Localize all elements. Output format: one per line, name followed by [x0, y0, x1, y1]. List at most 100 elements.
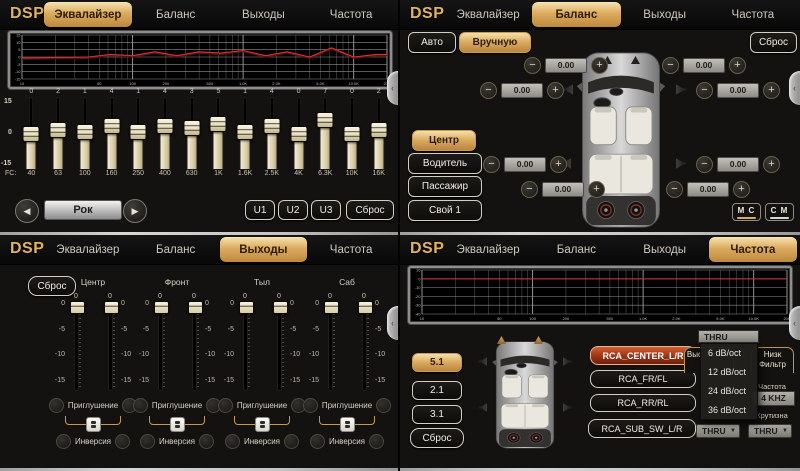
slope-dropdown-selected[interactable]: THRU: [698, 330, 759, 343]
fader-handle[interactable]: [23, 126, 40, 142]
plus-button[interactable]: [588, 181, 605, 198]
minus-button[interactable]: [524, 57, 541, 74]
slider-handle[interactable]: [239, 301, 254, 314]
fader-handle[interactable]: [263, 118, 280, 134]
mute-checkbox[interactable]: [303, 398, 318, 413]
edge-pull-handle[interactable]: [789, 71, 800, 105]
slider-handle[interactable]: [104, 301, 119, 314]
edge-pull-handle[interactable]: [387, 306, 398, 340]
mute-checkbox[interactable]: [218, 398, 233, 413]
tab-balance[interactable]: Баланс: [532, 2, 620, 27]
memory-u3-button[interactable]: U3: [311, 200, 341, 220]
fader-handle[interactable]: [76, 124, 93, 140]
cm-mode-button[interactable]: C M: [765, 203, 794, 221]
plus-button[interactable]: [763, 82, 780, 99]
tab-frequency[interactable]: Частота: [709, 237, 797, 262]
invert-checkbox[interactable]: [140, 434, 155, 449]
mute-checkbox[interactable]: [376, 398, 391, 413]
tab-balance[interactable]: Баланс: [532, 237, 620, 262]
dropdown-option-24db[interactable]: 24 dB/oct: [708, 386, 757, 396]
fader-handle[interactable]: [130, 124, 147, 140]
preset-passenger-button[interactable]: Пассажир: [408, 176, 482, 197]
slider-handle[interactable]: [154, 301, 169, 314]
mc-mode-button[interactable]: M C: [732, 203, 761, 221]
reset-button[interactable]: Сброс: [750, 32, 797, 53]
tab-outputs[interactable]: Выходы: [621, 237, 709, 262]
plus-button[interactable]: [547, 82, 564, 99]
preset-next-button[interactable]: [123, 199, 147, 223]
memory-u1-button[interactable]: U1: [245, 200, 275, 220]
invert-checkbox[interactable]: [56, 434, 71, 449]
fader-handle[interactable]: [50, 122, 67, 138]
plus-button[interactable]: [763, 156, 780, 173]
reset-button[interactable]: Сброс: [410, 428, 464, 448]
slope-select-low[interactable]: THRU: [748, 424, 792, 438]
dropdown-option-36db[interactable]: 36 dB/oct: [708, 405, 757, 415]
fader-handle[interactable]: [343, 126, 360, 142]
plus-button[interactable]: [733, 181, 750, 198]
tab-frequency[interactable]: Частота: [307, 2, 395, 27]
reset-button[interactable]: Сброс: [346, 200, 394, 220]
minus-button[interactable]: [666, 181, 683, 198]
tab-balance[interactable]: Баланс: [132, 2, 220, 27]
auto-button[interactable]: Авто: [408, 32, 456, 53]
link-channels-icon[interactable]: [255, 417, 270, 432]
mode-5.1-button[interactable]: 5.1: [412, 353, 462, 372]
minus-button[interactable]: [480, 82, 497, 99]
tab-equalizer[interactable]: Эквалайзер: [444, 2, 532, 27]
link-channels-icon[interactable]: [86, 417, 101, 432]
fader-handle[interactable]: [156, 118, 173, 134]
minus-button[interactable]: [483, 156, 500, 173]
slider-handle[interactable]: [188, 301, 203, 314]
channel-rca-center-button[interactable]: RCA_CENTER_L/R: [590, 346, 696, 365]
fader-handle[interactable]: [290, 126, 307, 142]
minus-button[interactable]: [696, 82, 713, 99]
invert-checkbox[interactable]: [225, 434, 240, 449]
edge-pull-handle[interactable]: [387, 71, 398, 105]
slider-handle[interactable]: [324, 301, 339, 314]
fader-handle[interactable]: [370, 122, 387, 138]
dropdown-option-6db[interactable]: 6 dB/oct: [708, 348, 757, 358]
tab-balance[interactable]: Баланс: [132, 237, 220, 262]
minus-button[interactable]: [696, 156, 713, 173]
slider-handle[interactable]: [273, 301, 288, 314]
minus-button[interactable]: [662, 57, 679, 74]
channel-rca-sub-button[interactable]: RCA_SUB_SW_L/R: [588, 419, 696, 438]
tab-equalizer[interactable]: Эквалайзер: [44, 237, 132, 262]
channel-rca-rear-button[interactable]: RCA_RR/RL: [590, 394, 696, 412]
fader-handle[interactable]: [183, 120, 200, 136]
edge-pull-handle[interactable]: [789, 306, 800, 340]
slider-handle[interactable]: [70, 301, 85, 314]
slope-select-high[interactable]: THRU: [696, 424, 740, 438]
tab-frequency[interactable]: Частота: [307, 237, 395, 262]
tab-equalizer[interactable]: Эквалайзер: [44, 2, 132, 27]
channel-rca-front-button[interactable]: RCA_FR/FL: [590, 370, 696, 388]
mute-checkbox[interactable]: [49, 398, 64, 413]
preset-driver-button[interactable]: Водитель: [408, 153, 482, 174]
tab-equalizer[interactable]: Эквалайзер: [444, 237, 532, 262]
manual-button[interactable]: Вручную: [459, 32, 531, 53]
fader-handle[interactable]: [210, 116, 227, 132]
preset-custom-button[interactable]: Свой 1: [408, 200, 482, 221]
mode-3.1-button[interactable]: 3.1: [412, 405, 462, 424]
fader-handle[interactable]: [237, 124, 254, 140]
tab-frequency[interactable]: Частота: [709, 2, 797, 27]
memory-u2-button[interactable]: U2: [278, 200, 308, 220]
plus-button[interactable]: [729, 57, 746, 74]
fader-handle[interactable]: [103, 118, 120, 134]
invert-checkbox[interactable]: [310, 434, 325, 449]
plus-button[interactable]: [550, 156, 567, 173]
preset-center-button[interactable]: Центр: [412, 130, 476, 151]
preset-prev-button[interactable]: [15, 199, 39, 223]
tab-outputs[interactable]: Выходы: [220, 237, 308, 262]
link-channels-icon[interactable]: [340, 417, 355, 432]
mute-checkbox[interactable]: [133, 398, 148, 413]
link-channels-icon[interactable]: [170, 417, 185, 432]
tab-outputs[interactable]: Выходы: [220, 2, 308, 27]
invert-checkbox[interactable]: [369, 434, 384, 449]
slider-handle[interactable]: [358, 301, 373, 314]
tab-outputs[interactable]: Выходы: [621, 2, 709, 27]
fader-handle[interactable]: [317, 112, 334, 128]
mode-2.1-button[interactable]: 2.1: [412, 381, 462, 400]
plus-button[interactable]: [591, 57, 608, 74]
